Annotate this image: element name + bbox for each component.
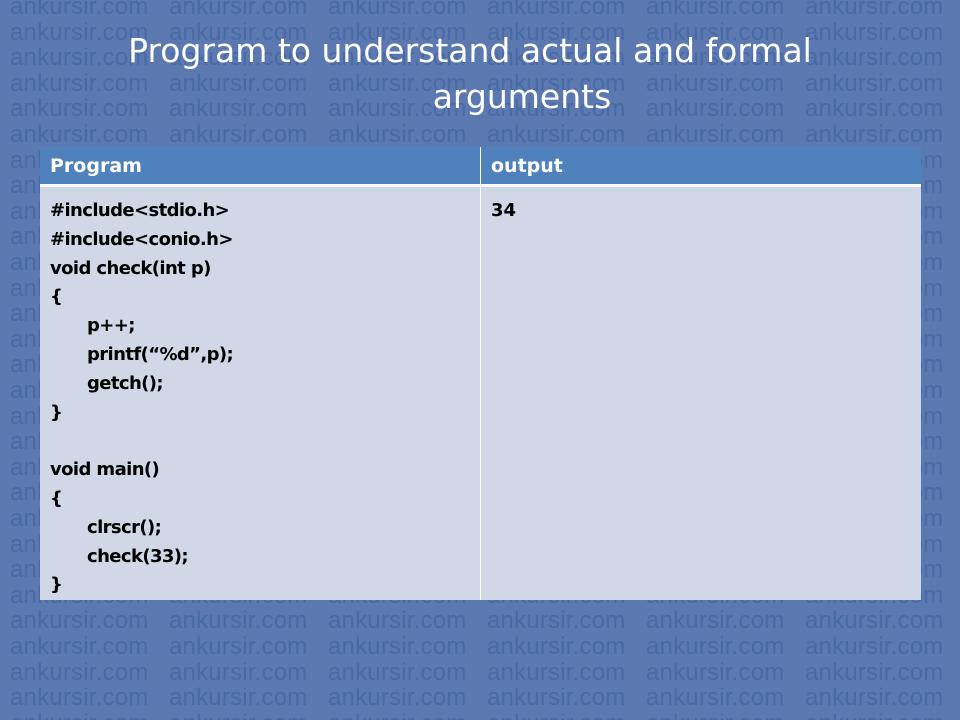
slide-title-line-2: arguments — [432, 77, 612, 116]
code-line: p++; — [87, 315, 135, 337]
watermark-text: ankursir.com — [10, 684, 149, 712]
program-column-header: Program — [40, 147, 481, 187]
watermark-text: ankursir.com — [169, 710, 328, 720]
table-row: #include<stdio.h> #include<conio.h> void… — [40, 185, 921, 601]
watermark-text: ankursir.com — [646, 710, 805, 720]
code-line: } — [50, 401, 63, 423]
watermark-text: ankursir.com — [487, 710, 646, 720]
table-header-row: Program output — [40, 147, 921, 187]
watermark-row: ankursir.comankursir.comankursir.comanku… — [10, 710, 960, 720]
code-line: getch(); — [87, 372, 164, 394]
watermark-text: ankursir.com — [805, 607, 944, 635]
code-line: check(33); — [87, 545, 189, 567]
code-line: printf(“%d”,p); — [87, 343, 234, 365]
watermark-row: ankursir.com ankursir.com ankursir.com anku… — [10, 685, 960, 711]
watermark-text: ankursir.com — [805, 633, 944, 660]
output-value: 34 — [491, 200, 517, 221]
watermark-text: ankursir.com — [169, 121, 308, 148]
watermark-text: ankursir.com — [646, 633, 785, 660]
watermark-text: ankursir.com — [646, 658, 785, 686]
watermark-text: ankursir.com — [169, 607, 308, 635]
watermark-row: ankursir.com ankursir.com ankursir.com anku… — [10, 634, 960, 660]
watermark-text: ankursir.com — [169, 633, 308, 660]
code-line: void check(int p) — [50, 257, 211, 279]
watermark-text: ankursir.com — [805, 658, 944, 686]
watermark-text: ankursir.com — [328, 121, 467, 148]
watermark-text: ankursir.com — [169, 0, 308, 20]
code-line: } — [50, 574, 63, 596]
watermark-text: ankursir.com — [328, 658, 467, 686]
watermark-text: ankursir.com — [805, 684, 944, 712]
program-output-table: Program output #include<stdio.h> #includ… — [40, 147, 921, 601]
watermark-text: ankursir.com — [10, 607, 149, 635]
watermark-text: ankursir.com — [646, 607, 785, 635]
code-line: { — [50, 286, 63, 308]
watermark-row: ankursir.com ankursir.com ankursir.com anku… — [10, 122, 960, 148]
watermark-text: ankursir.com — [10, 658, 149, 686]
code-line: #include<conio.h> — [50, 228, 233, 250]
watermark-text: ankursir.com — [805, 710, 960, 720]
watermark-text: ankursir.com — [169, 684, 308, 712]
watermark-text: ankursir.com — [328, 710, 487, 720]
watermark-text: ankursir.com — [646, 121, 785, 148]
code-line: { — [50, 487, 63, 509]
watermark-text: ankursir.com — [10, 0, 149, 20]
watermark-text: ankursir.com — [328, 0, 467, 20]
program-code-cell: #include<stdio.h> #include<conio.h> void… — [40, 185, 481, 601]
output-cell: 34 — [480, 185, 921, 601]
watermark-text: ankursir.com — [328, 607, 467, 635]
watermark-text: ankursir.com — [487, 684, 626, 712]
code-line: clrscr(); — [87, 516, 162, 538]
watermark-text: ankursir.com — [10, 710, 169, 720]
watermark-row: ankursir.com ankursir.com ankursir.com anku… — [10, 0, 960, 20]
watermark-text: ankursir.com — [646, 684, 785, 712]
watermark-text: ankursir.com — [487, 121, 626, 148]
watermark-text: ankursir.com — [487, 658, 626, 686]
watermark-text: ankursir.com — [10, 121, 149, 148]
watermark-text: ankursir.com — [328, 684, 467, 712]
output-column-header: output — [480, 147, 921, 187]
watermark-text: ankursir.com — [487, 633, 626, 660]
watermark-row: ankursir.com ankursir.com ankursir.com anku… — [10, 608, 960, 634]
watermark-text: ankursir.com — [805, 121, 944, 148]
watermark-text: ankursir.com — [328, 633, 467, 660]
slide-title-line-1: Program to understand actual and formal — [128, 31, 812, 70]
slide-title: Program to understand actual and formal … — [60, 28, 880, 120]
watermark-text: ankursir.com — [487, 0, 626, 20]
watermark-text: ankursir.com — [169, 658, 308, 686]
watermark-row: ankursir.com ankursir.com ankursir.com anku… — [10, 658, 960, 686]
watermark-text: ankursir.com — [646, 0, 785, 20]
watermark-text: ankursir.com — [805, 0, 944, 20]
code-line: #include<stdio.h> — [50, 200, 230, 221]
watermark-text: ankursir.com — [10, 633, 149, 660]
code-line: void main() — [50, 459, 160, 481]
watermark-text: ankursir.com — [487, 607, 626, 635]
